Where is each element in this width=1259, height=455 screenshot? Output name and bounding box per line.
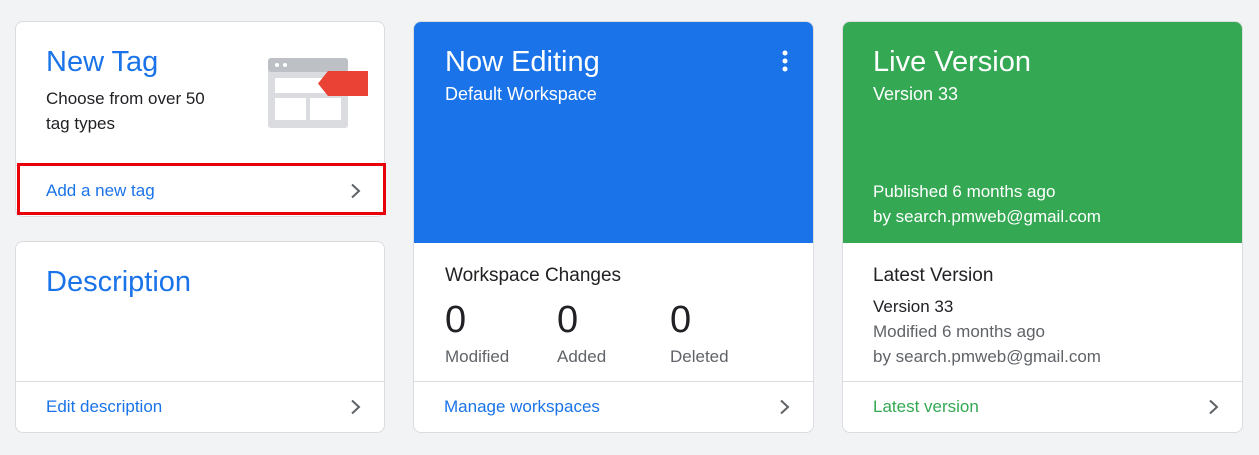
stat-label: Deleted xyxy=(670,347,729,366)
live-version-title: Live Version xyxy=(873,46,1031,78)
workspace-changes-title: Workspace Changes xyxy=(445,265,622,286)
stat-label: Added xyxy=(557,347,607,366)
stat-deleted: 0 Deleted xyxy=(670,299,729,367)
tag-browser-icon xyxy=(268,58,368,128)
published-info: Published 6 months ago by search.pmweb@g… xyxy=(873,179,1101,229)
workspace-name: Default Workspace xyxy=(445,84,597,104)
chevron-right-icon xyxy=(351,399,361,415)
latest-version-title: Latest Version xyxy=(873,265,994,286)
now-editing-card: Now Editing Default Workspace Workspace … xyxy=(413,21,814,433)
latest-version-link[interactable]: Latest version xyxy=(843,381,1242,432)
highlight-box xyxy=(17,163,386,215)
description-title: Description xyxy=(46,266,192,298)
stat-value: 0 xyxy=(557,299,579,341)
latest-modified-by: by search.pmweb@gmail.com xyxy=(873,347,1101,366)
now-editing-header: Now Editing Default Workspace xyxy=(414,22,813,243)
chevron-right-icon xyxy=(780,399,790,415)
edit-description-label: Edit description xyxy=(46,397,163,416)
edit-description-link[interactable]: Edit description xyxy=(16,381,384,432)
new-tag-title[interactable]: New Tag xyxy=(46,46,158,79)
published-date: Published 6 months ago xyxy=(873,182,1056,201)
latest-version-info: Latest Version Version 33 Modified 6 mon… xyxy=(873,263,1101,369)
live-version-number: Version 33 xyxy=(873,84,959,104)
description-card: Description Edit description xyxy=(15,241,385,433)
live-version-card: Live Version Version 33 Published 6 mont… xyxy=(842,21,1243,433)
latest-version-label: Latest version xyxy=(873,397,979,416)
stat-label: Modified xyxy=(445,347,510,366)
new-tag-description: Choose from over 50 tag types xyxy=(46,86,205,136)
stat-added: 0 Added xyxy=(557,299,606,367)
manage-workspaces-link[interactable]: Manage workspaces xyxy=(414,381,813,432)
more-vert-icon[interactable] xyxy=(781,50,789,72)
stat-value: 0 xyxy=(670,299,692,341)
new-tag-desc-line1: Choose from over 50 xyxy=(46,89,205,108)
now-editing-title: Now Editing xyxy=(445,46,600,78)
manage-workspaces-label: Manage workspaces xyxy=(444,397,600,416)
new-tag-desc-line2: tag types xyxy=(46,114,115,133)
stat-value: 0 xyxy=(445,299,467,341)
live-version-header: Live Version Version 33 Published 6 mont… xyxy=(843,22,1242,243)
chevron-right-icon xyxy=(1209,399,1219,415)
latest-version-number: Version 33 xyxy=(873,297,954,316)
stat-modified: 0 Modified xyxy=(445,299,509,367)
workspace-changes: Workspace Changes 0 Modified 0 Added 0 D… xyxy=(414,243,813,383)
published-by: by search.pmweb@gmail.com xyxy=(873,207,1101,226)
latest-modified: Modified 6 months ago xyxy=(873,322,1045,341)
